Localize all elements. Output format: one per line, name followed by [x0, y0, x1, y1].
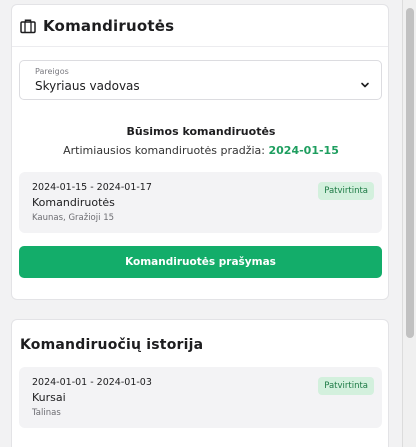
status-badge: Patvirtinta [318, 182, 374, 200]
position-select[interactable]: Pareigos Skyriaus vadovas [19, 60, 382, 100]
upcoming-trips-heading: Būsimos komandiruotės [126, 125, 276, 138]
trips-card-header: Komandiruotės [12, 5, 388, 47]
next-trip-start: Artimiausios komandiruotės pradžia: 2024… [12, 144, 390, 157]
position-select-label: Pareigos [35, 67, 69, 76]
trip-place: Talinas [32, 408, 61, 418]
trip-request-button[interactable]: Komandiruotės prašymas [19, 246, 382, 278]
trip-place: Kaunas, Gražioji 15 [32, 213, 115, 223]
scrollbar-thumb[interactable] [406, 8, 414, 338]
page: Komandiruotės Pareigos Skyriaus vadovas … [0, 0, 402, 447]
position-select-value: Skyriaus vadovas [35, 79, 140, 93]
history-trip-item[interactable]: 2024-01-01 - 2024-01-03 Kursai Talinas P… [19, 367, 382, 428]
trips-card: Komandiruotės Pareigos Skyriaus vadovas … [11, 4, 389, 300]
upcoming-trip-item[interactable]: 2024-01-15 - 2024-01-17 Komandiruotės Ka… [19, 172, 382, 233]
history-card: Komandiruočių istorija 2024-01-01 - 2024… [11, 319, 389, 447]
briefcase-icon [20, 18, 36, 34]
history-card-title: Komandiruočių istorija [20, 337, 204, 353]
trips-card-title: Komandiruotės [43, 16, 175, 35]
next-trip-start-label: Artimiausios komandiruotės pradžia: [63, 144, 265, 157]
next-trip-start-date: 2024-01-15 [268, 144, 339, 157]
vertical-scrollbar[interactable] [402, 0, 416, 447]
chevron-down-icon [360, 75, 370, 88]
status-badge: Patvirtinta [318, 377, 374, 395]
